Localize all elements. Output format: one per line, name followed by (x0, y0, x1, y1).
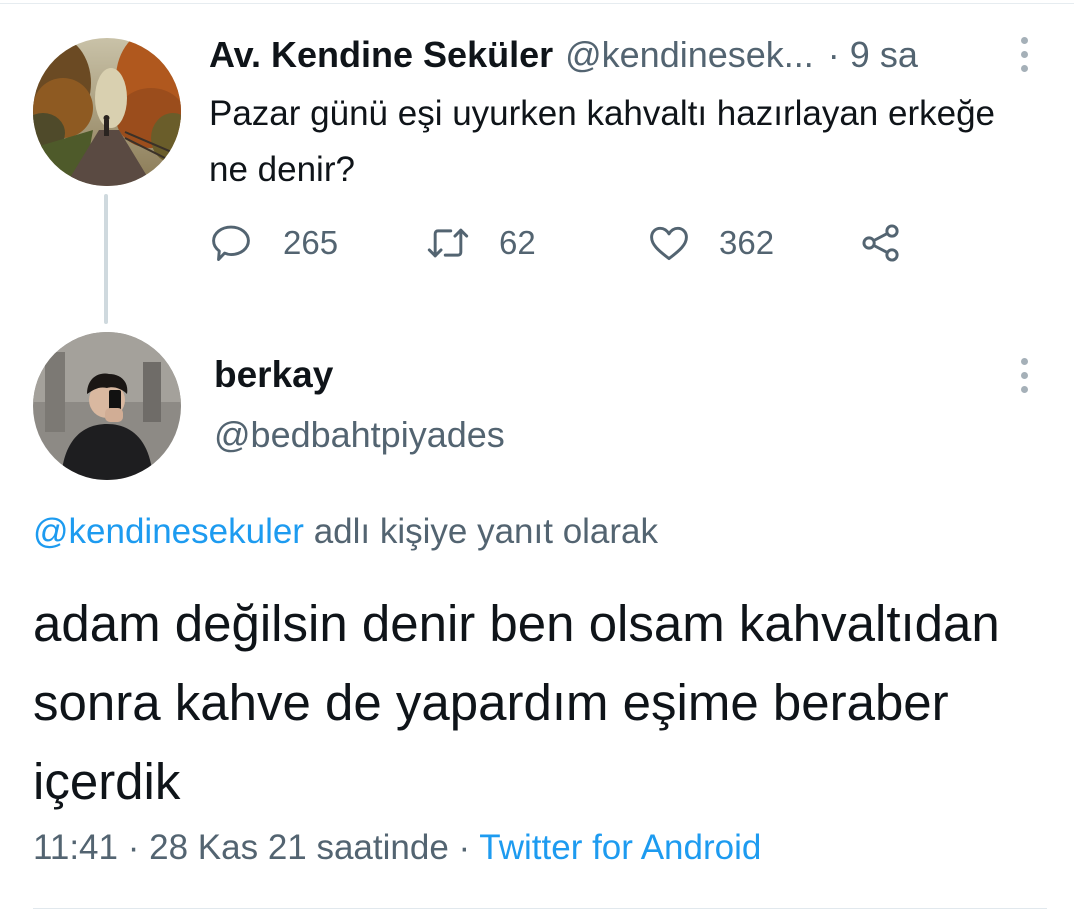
parent-avatar[interactable] (33, 38, 181, 186)
retweet-button[interactable]: 62 (423, 218, 536, 268)
parent-action-bar: 265 62 362 (209, 218, 929, 268)
replying-to-mention[interactable]: @kendinesekuler (33, 512, 304, 551)
reply-avatar[interactable] (33, 332, 181, 480)
parent-tweet-header: Av. Kendine Seküler @kendinesek... · 9 s… (209, 33, 918, 77)
parent-display-name[interactable]: Av. Kendine Seküler (209, 34, 553, 76)
share-nodes-icon (859, 221, 903, 265)
reply-tweet-text: adam değilsin denir ben olsam kahvaltıda… (33, 595, 1000, 810)
replying-to-line: @kendinesekuler adlı kişiye yanıt olarak (33, 512, 658, 552)
reply-display-name[interactable]: berkay (214, 354, 333, 396)
top-divider (0, 3, 1074, 4)
parent-tweet-text: Pazar günü eşi uyurken kahvaltı hazırlay… (209, 94, 996, 189)
reply-handle[interactable]: @bedbahtpiyades (214, 414, 505, 456)
replying-to-label: adlı kişiye yanıt olarak (303, 512, 659, 551)
speech-bubble-icon (209, 221, 253, 265)
heart-icon (647, 221, 691, 265)
reply-count: 265 (283, 224, 339, 261)
parent-handle[interactable]: @kendinesek... (565, 34, 814, 76)
more-vertical-icon[interactable] (1018, 358, 1030, 393)
parent-relative-time[interactable]: 9 sa (850, 34, 918, 76)
meta-separator: · (127, 828, 140, 867)
bottom-divider (33, 908, 1047, 909)
tweet-source-link[interactable]: Twitter for Android (479, 828, 761, 867)
like-count: 362 (719, 224, 775, 261)
retweet-count: 62 (499, 224, 536, 261)
reply-button[interactable]: 265 (209, 218, 338, 268)
share-button[interactable] (859, 218, 903, 268)
tweet-date[interactable]: 28 Kas 21 saatinde (149, 828, 449, 867)
tweet-meta: 11:41 · 28 Kas 21 saatinde · Twitter for… (33, 828, 761, 868)
like-button[interactable]: 362 (647, 218, 774, 268)
thread-connector-line (104, 194, 108, 324)
retweet-icon (423, 221, 473, 265)
meta-separator: · (458, 828, 471, 867)
more-vertical-icon[interactable] (1018, 37, 1030, 72)
parent-time-separator: · (827, 34, 840, 75)
tweet-time[interactable]: 11:41 (33, 828, 118, 867)
